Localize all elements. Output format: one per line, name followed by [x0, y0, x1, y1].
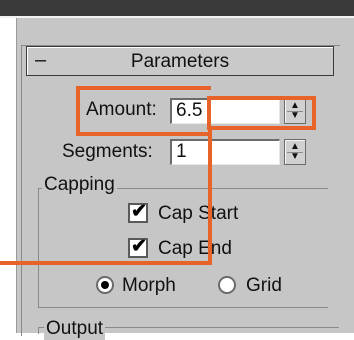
segments-input[interactable]: 1 — [170, 139, 280, 165]
parameters-rollout-header[interactable]: – Parameters — [26, 46, 334, 76]
callout-highlight-right — [207, 96, 316, 130]
callout-connector-vertical — [208, 130, 212, 265]
output-group-label: Output — [44, 318, 106, 340]
radio-selected-dot — [101, 281, 109, 289]
top-bar — [0, 0, 354, 16]
cap-start-label[interactable]: Cap Start — [158, 203, 238, 225]
capping-group-label: Capping — [42, 174, 117, 196]
segments-spinner[interactable]: ▲ ▼ — [284, 139, 306, 165]
callout-highlight-left — [76, 86, 211, 136]
cap-end-checkbox[interactable]: ✔ — [128, 236, 148, 258]
cap-end-label[interactable]: Cap End — [158, 238, 232, 260]
grid-label[interactable]: Grid — [246, 275, 282, 297]
morph-radio[interactable] — [96, 276, 114, 294]
grid-radio[interactable] — [218, 276, 236, 294]
spinner-down-icon[interactable]: ▼ — [285, 152, 305, 162]
rollout-title: Parameters — [130, 51, 230, 72]
morph-label[interactable]: Morph — [122, 275, 176, 297]
check-icon: ✔ — [131, 236, 147, 257]
cap-start-checkbox[interactable]: ✔ — [128, 201, 148, 223]
check-icon: ✔ — [131, 201, 147, 222]
segments-label: Segments: — [62, 141, 153, 162]
callout-connector-horizontal — [0, 261, 212, 265]
